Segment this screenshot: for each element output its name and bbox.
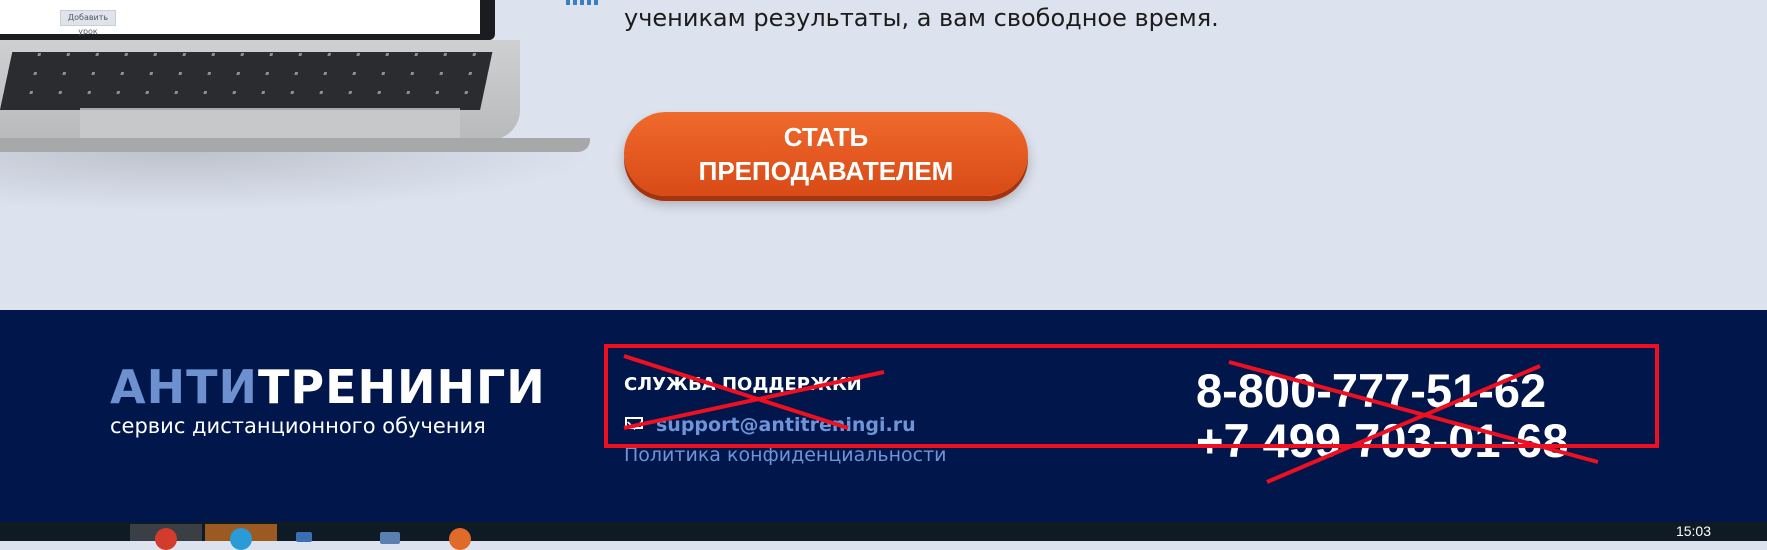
privacy-policy-link[interactable]: Политика конфиденциальности <box>624 444 947 466</box>
phone-number-1[interactable]: 8-800-777-51-62 <box>1196 363 1546 418</box>
taskbar-app-active[interactable] <box>205 524 277 550</box>
chart-icon <box>566 0 600 5</box>
logo-subtitle: сервис дистанционного обучения <box>110 414 486 438</box>
logo-part-treningi: ТРЕНИНГИ <box>257 360 546 414</box>
logo-part-anti: АНТИ <box>110 360 258 414</box>
laptop-screen-content: Добавить урок <box>0 0 480 36</box>
taskbar-app-3[interactable] <box>290 524 362 542</box>
taskbar-app-5[interactable] <box>445 524 517 550</box>
window-icon <box>380 532 400 544</box>
support-email-link[interactable]: support@antitreningi.ru <box>656 414 916 436</box>
laptop-screen: Добавить урок <box>0 0 495 40</box>
cta-label-line1: СТАТЬ <box>783 122 869 152</box>
cta-label-line2: ПРЕПОДАВАТЕЛЕМ <box>698 156 954 186</box>
laptop-keyboard <box>0 52 493 110</box>
add-lesson-button: Добавить урок <box>60 10 116 36</box>
os-taskbar: 15:03 <box>0 522 1767 550</box>
laptop-edge <box>0 138 590 152</box>
messenger-icon <box>230 528 252 550</box>
phone-number-2[interactable]: +7 499 703-01-68 <box>1196 413 1568 468</box>
site-logo[interactable]: АНТИТРЕНИНГИ <box>110 362 546 412</box>
hero-section: Добавить урок ученикам результаты, а вам… <box>0 0 1767 310</box>
taskbar-app-4[interactable] <box>370 524 442 544</box>
rocket-icon <box>449 528 471 550</box>
laptop-trackpad <box>80 108 460 140</box>
laptop-image: Добавить урок <box>0 0 600 310</box>
laptop-shadow <box>0 152 600 212</box>
site-footer: АНТИТРЕНИНГИ сервис дистанционного обуче… <box>0 310 1767 522</box>
system-clock: 15:03 <box>1675 523 1711 539</box>
hero-subtitle: ученикам результаты, а вам свободное вре… <box>624 4 1219 32</box>
mail-icon <box>625 417 643 429</box>
browser-icon <box>155 528 177 550</box>
support-title: СЛУЖБА ПОДДЕРЖКИ <box>624 374 862 395</box>
taskbar-app-browser[interactable] <box>130 524 202 550</box>
become-teacher-button[interactable]: СТАТЬ ПРЕПОДАВАТЕЛЕМ <box>624 112 1028 196</box>
